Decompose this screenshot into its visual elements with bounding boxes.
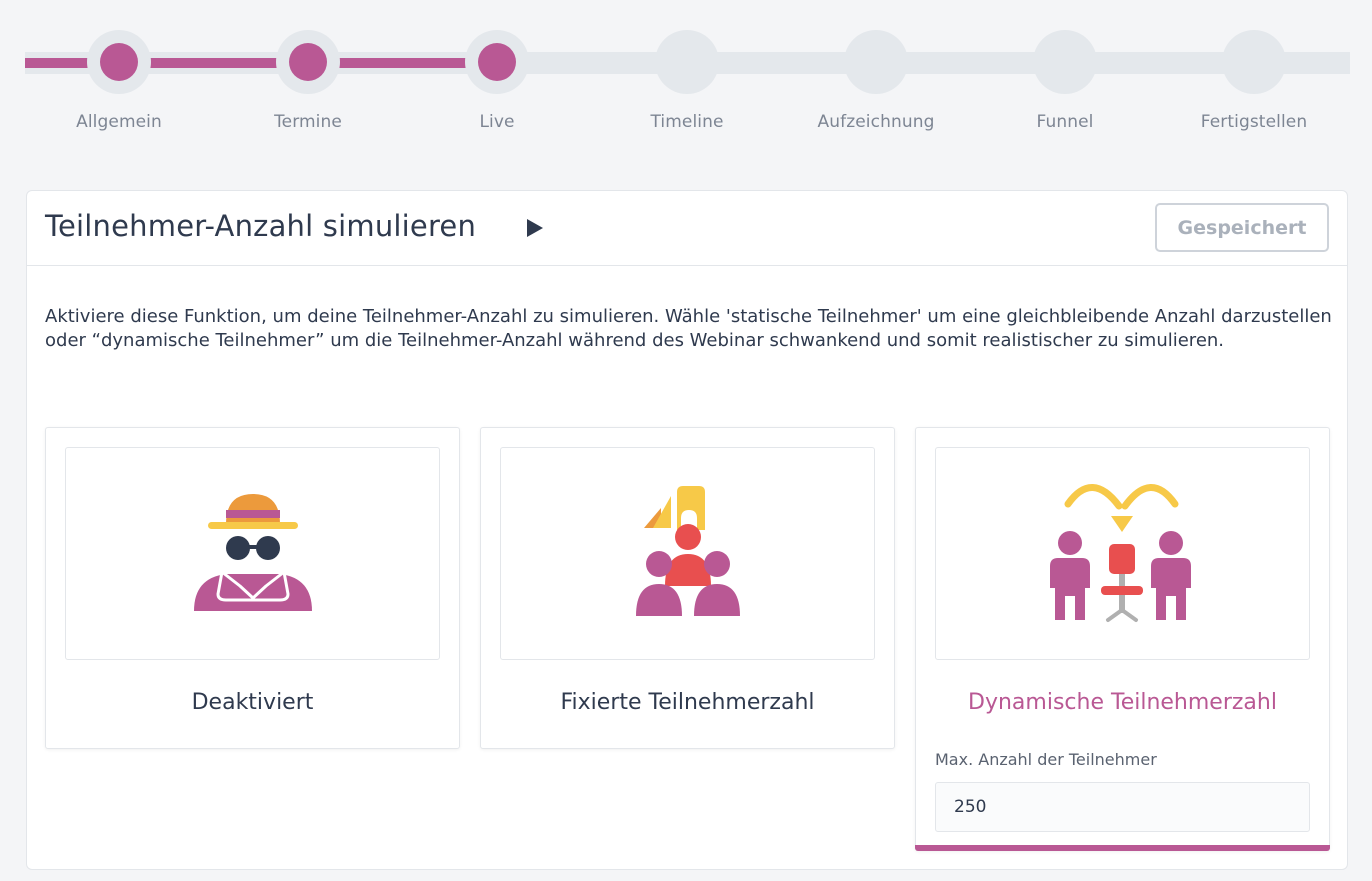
step-label: Funnel xyxy=(1036,112,1094,132)
play-icon[interactable] xyxy=(527,219,543,237)
step-label: Termine xyxy=(274,112,342,132)
progress-stepper: Allgemein Termine Live Timeline Aufzeich… xyxy=(0,0,1372,150)
step-marker xyxy=(844,30,908,94)
dynamic-participants-icon xyxy=(1050,484,1191,622)
card-header: Teilnehmer-Anzahl simulieren Gespeichert xyxy=(27,191,1347,266)
step-label: Allgemein xyxy=(76,112,162,132)
option-icon-box xyxy=(935,447,1310,660)
step-label: Timeline xyxy=(650,112,724,132)
option-label: Dynamische Teilnehmerzahl xyxy=(968,690,1277,715)
step-label: Fertigstellen xyxy=(1200,112,1308,132)
step-funnel[interactable]: Funnel xyxy=(985,30,1145,132)
selected-indicator-bar xyxy=(915,845,1330,851)
max-participants-label: Max. Anzahl der Teilnehmer xyxy=(935,750,1157,769)
step-allgemein[interactable]: Allgemein xyxy=(39,30,199,132)
option-fixierte-teilnehmerzahl[interactable]: Fixierte Teilnehmerzahl xyxy=(480,427,895,749)
step-marker xyxy=(87,30,151,94)
step-aufzeichnung[interactable]: Aufzeichnung xyxy=(796,30,956,132)
step-termine[interactable]: Termine xyxy=(228,30,388,132)
step-fertigstellen[interactable]: Fertigstellen xyxy=(1174,30,1334,132)
step-live[interactable]: Live xyxy=(417,30,577,132)
option-icon-box xyxy=(500,447,875,660)
participant-simulation-card: Teilnehmer-Anzahl simulieren Gespeichert… xyxy=(26,190,1348,870)
step-dot xyxy=(100,43,138,81)
step-timeline[interactable]: Timeline xyxy=(607,30,767,132)
step-label: Aufzeichnung xyxy=(817,112,935,132)
option-deaktiviert[interactable]: Deaktiviert xyxy=(45,427,460,749)
card-title: Teilnehmer-Anzahl simulieren xyxy=(45,209,477,243)
step-dot xyxy=(289,43,327,81)
option-label: Deaktiviert xyxy=(191,690,314,715)
step-label: Live xyxy=(479,112,515,132)
fixed-group-icon xyxy=(636,486,740,616)
step-marker xyxy=(1033,30,1097,94)
card-description: Aktiviere diese Funktion, um deine Teiln… xyxy=(45,306,1332,351)
option-label: Fixierte Teilnehmerzahl xyxy=(560,690,815,715)
saved-button[interactable]: Gespeichert xyxy=(1155,203,1329,252)
step-marker xyxy=(1222,30,1286,94)
option-icon-box xyxy=(65,447,440,660)
step-marker xyxy=(465,30,529,94)
option-dynamische-teilnehmerzahl[interactable]: Dynamische Teilnehmerzahl Max. Anzahl de… xyxy=(915,427,1330,851)
incognito-person-icon xyxy=(194,494,312,611)
step-marker xyxy=(655,30,719,94)
max-participants-input[interactable] xyxy=(935,782,1310,832)
step-marker xyxy=(276,30,340,94)
step-dot xyxy=(478,43,516,81)
